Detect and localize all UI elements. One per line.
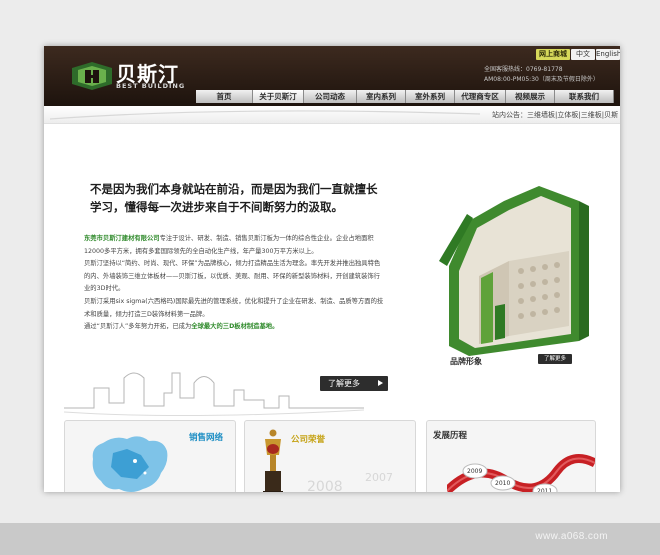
intro-paragraph-3: 贝斯汀采用six sigma(六西格玛)国际最先进的管理系统，优化和提升了企业在…: [84, 298, 384, 318]
brand-logo-icon[interactable]: [70, 60, 114, 90]
service-hours: AM08:00-PM05:30（周末及节假日除外）: [484, 76, 599, 83]
chinese-language-link[interactable]: 中文: [571, 49, 595, 60]
nav-item-home[interactable]: 首页: [196, 90, 253, 103]
brand-image-label: 品牌形象: [450, 357, 482, 366]
intro-paragraph-1: 东莞市贝斯汀建材有限公司专注于设计、研发、制造、销售贝斯汀板为一体的综合性企业。…: [84, 232, 384, 258]
online-mall-link[interactable]: 网上商城: [536, 49, 570, 60]
company-name: 东莞市贝斯汀建材有限公司: [84, 235, 160, 242]
arrow-right-icon: [378, 380, 383, 386]
notice-swoosh-icon: [50, 110, 480, 120]
nav-item-outdoor[interactable]: 室外系列: [406, 90, 455, 103]
website-page: 贝斯汀 BEST BUILDING 网上商城 中文 English 全国客服热线…: [44, 46, 620, 492]
trophy-icon: [263, 429, 283, 492]
main-nav: 首页 关于贝斯汀 公司动态 室内系列 室外系列 代理商专区 视频展示 联系我们: [196, 90, 614, 103]
china-map-icon: [92, 436, 168, 492]
learn-more-button[interactable]: 了解更多: [320, 376, 388, 391]
honor-year-2007: 2007: [365, 471, 393, 484]
notice-ticker[interactable]: 站内公告：三维墙板|立体板|三维板|贝斯: [492, 110, 618, 120]
history-ribbon-icon: 2009 2010 2011: [447, 454, 595, 492]
watermark: www.a068.com: [535, 531, 608, 542]
nav-item-video[interactable]: 视频展示: [506, 90, 555, 103]
learn-more-label: 了解更多: [328, 379, 360, 388]
brand-tagline: BEST BUILDING: [116, 82, 186, 90]
company-honor-panel[interactable]: 公司荣誉 2007 2008: [244, 420, 416, 492]
service-hotline: 全国客服热线：0769-81778: [484, 66, 563, 73]
site-header: 贝斯汀 BEST BUILDING 网上商城 中文 English 全国客服热线…: [44, 46, 620, 106]
nav-item-about[interactable]: 关于贝斯汀: [253, 90, 304, 103]
brand-image-learn-more-button[interactable]: 了解更多: [538, 354, 572, 364]
company-honor-title: 公司荣誉: [291, 435, 326, 445]
sales-network-panel[interactable]: 销售网络: [64, 420, 236, 492]
notice-bar: 站内公告：三维墙板|立体板|三维板|贝斯: [44, 106, 620, 124]
nav-item-agents[interactable]: 代理商专区: [455, 90, 506, 103]
sales-network-title: 销售网络: [189, 433, 224, 443]
intro-headline: 不是因为我们本身就站在前沿，而是因为我们一直就擅长学习，懂得每一次进步来自于不间…: [90, 182, 378, 214]
nav-item-contact[interactable]: 联系我们: [555, 90, 614, 103]
nav-item-news[interactable]: 公司动态: [304, 90, 357, 103]
intro-paragraph-4: 通过“贝斯汀人”多年努力开拓，已成为全球最大的三D板材制造基地。: [84, 321, 384, 334]
history-year-2009: 2009: [467, 468, 482, 475]
skyline-graphic: [64, 372, 364, 417]
history-year-2010: 2010: [495, 480, 510, 487]
intro-highlight: 全球最大的三D板材制造基地。: [191, 323, 279, 330]
nav-item-indoor[interactable]: 室内系列: [357, 90, 406, 103]
development-history-title: 发展历程: [433, 431, 468, 441]
english-language-link[interactable]: English: [596, 49, 620, 60]
development-history-panel[interactable]: 发展历程 2009 2010 2011: [426, 420, 596, 492]
honor-year-2008: 2008: [307, 479, 343, 492]
brand-image-showroom[interactable]: [409, 166, 609, 396]
intro-paragraph-4-text: 通过“贝斯汀人”多年努力开拓，已成为: [84, 323, 192, 330]
intro-paragraph-2: 贝斯汀坚持以“简约、时尚、现代、环保”为品牌核心，倾力打造精品生活为理念。率先开…: [84, 260, 381, 292]
history-year-2011: 2011: [537, 488, 552, 492]
